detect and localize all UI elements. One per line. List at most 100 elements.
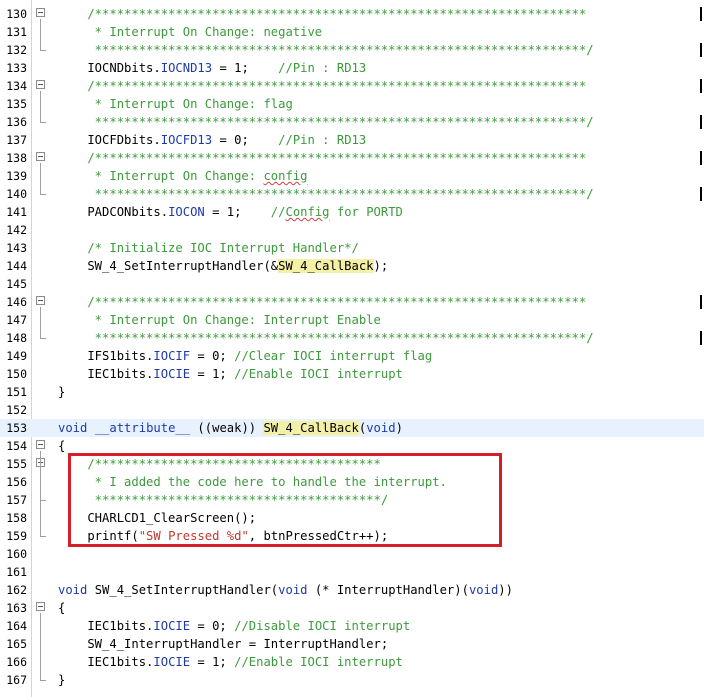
code-token: /***************************************… <box>58 79 587 93</box>
code-token: IOCON <box>168 205 205 219</box>
line-number: 160 <box>6 547 27 561</box>
fold-collapse-icon[interactable] <box>36 440 45 449</box>
code-line[interactable]: 162 void SW_4_SetInterruptHandler(void (*… <box>0 581 704 599</box>
code-line[interactable]: 132 ************************************… <box>0 41 704 59</box>
code-text: /***************************************… <box>58 149 586 167</box>
fold-collapse-icon[interactable] <box>36 296 45 305</box>
line-overflow-marker <box>700 331 702 345</box>
line-number: 155 <box>6 457 27 471</box>
code-text: IFS1bits.IOCIF = 0; //Clear IOCI interru… <box>58 347 432 365</box>
code-text: IEC1bits.IOCIE = 1; //Enable IOCI interr… <box>58 653 403 671</box>
code-line[interactable]: 165 SW_4_InterruptHandler = InterruptHan… <box>0 635 704 653</box>
code-line[interactable]: 133 IOCNDbits.IOCND13 = 1; //Pin : RD13 <box>0 59 704 77</box>
code-token: IOCFD13 <box>160 133 213 147</box>
code-token: config <box>263 169 308 183</box>
line-overflow-marker <box>700 43 702 57</box>
code-line[interactable]: 134 /***********************************… <box>0 77 704 95</box>
line-number: 162 <box>6 583 27 597</box>
code-line[interactable]: 149 IFS1bits.IOCIF = 0; //Clear IOCI int… <box>0 347 704 365</box>
code-token: ); <box>373 259 389 273</box>
fold-collapse-icon[interactable] <box>36 80 45 89</box>
fold-guide-end <box>40 50 46 51</box>
fold-collapse-icon[interactable] <box>36 8 45 17</box>
line-number: 152 <box>6 403 27 417</box>
line-number: 150 <box>6 367 27 381</box>
code-token: IEC1bits. <box>58 367 154 381</box>
code-line[interactable]: 144 SW_4_SetInterruptHandler(&SW_4_CallB… <box>0 257 704 275</box>
code-line[interactable]: 136 ************************************… <box>0 113 704 131</box>
code-line[interactable]: 135 * Interrupt On Change: flag <box>0 95 704 113</box>
line-number: 151 <box>6 385 27 399</box>
line-overflow-marker <box>700 7 702 21</box>
code-token: PADCONbits. <box>58 205 169 219</box>
code-text: ****************************************… <box>58 41 594 59</box>
code-token: * Interrupt On Change: flag <box>58 97 293 111</box>
code-line[interactable]: 152 <box>0 401 704 419</box>
code-token: (* InterruptHandler)( <box>307 583 469 597</box>
fold-collapse-icon[interactable] <box>36 152 45 161</box>
code-token: void <box>58 421 88 435</box>
line-number: 144 <box>6 259 27 273</box>
code-line[interactable]: 161 <box>0 563 704 581</box>
code-line[interactable]: 160 <box>0 545 704 563</box>
code-line[interactable]: 166 IEC1bits.IOCIE = 1; //Enable IOCI in… <box>0 653 704 671</box>
code-line[interactable]: 148 ************************************… <box>0 329 704 347</box>
code-line[interactable]: 142 <box>0 221 704 239</box>
annotation-highlight-box <box>68 453 502 547</box>
code-line[interactable]: 137 IOCFDbits.IOCFD13 = 0; //Pin : RD13 <box>0 131 704 149</box>
line-number: 163 <box>6 601 27 615</box>
code-line[interactable]: 139 * Interrupt On Change: config <box>0 167 704 185</box>
fold-guide <box>40 163 41 194</box>
code-line[interactable]: 140 ************************************… <box>0 185 704 203</box>
code-line[interactable]: 150 IEC1bits.IOCIE = 1; //Enable IOCI in… <box>0 365 704 383</box>
code-editor[interactable]: 130 /***********************************… <box>0 0 704 697</box>
code-token: = 0; <box>212 133 279 147</box>
code-line[interactable]: 130 /***********************************… <box>0 5 704 23</box>
code-line[interactable]: 143 /* Initialize IOC Interrupt Handler*… <box>0 239 704 257</box>
code-line[interactable]: 163 { <box>0 599 704 617</box>
fold-collapse-icon[interactable] <box>36 602 45 611</box>
code-line[interactable]: 153 void __attribute__ ((weak)) SW_4_Call… <box>0 419 704 437</box>
code-text: IOCFDbits.IOCFD13 = 0; //Pin : RD13 <box>58 131 366 149</box>
code-token: ((weak)) <box>190 421 264 435</box>
code-line[interactable]: 138 /***********************************… <box>0 149 704 167</box>
code-token: * Interrupt On Change: <box>58 169 264 183</box>
code-line[interactable]: 151} <box>0 383 704 401</box>
code-token: = 0; <box>190 349 235 363</box>
code-line[interactable]: 146 /***********************************… <box>0 293 704 311</box>
code-line[interactable]: 145 <box>0 275 704 293</box>
code-token: = 0; <box>190 619 235 633</box>
line-number: 143 <box>6 241 27 255</box>
line-overflow-marker <box>700 151 702 165</box>
line-number: 138 <box>6 151 27 165</box>
code-token: ) <box>395 421 403 435</box>
code-token: IEC1bits. <box>58 619 154 633</box>
line-number: 131 <box>6 25 27 39</box>
line-number: 132 <box>6 43 27 57</box>
code-line[interactable]: 164 IEC1bits.IOCIE = 0; //Disable IOCI i… <box>0 617 704 635</box>
fold-guide-end <box>40 500 46 501</box>
code-token: = 1; <box>212 61 279 75</box>
code-line[interactable]: 131 * Interrupt On Change: negative <box>0 23 704 41</box>
code-token: ****************************************… <box>58 115 594 129</box>
code-token: __attribute__ <box>94 421 191 435</box>
code-token: SW_4_CallBack <box>278 259 374 273</box>
code-line[interactable]: 167} <box>0 671 704 689</box>
line-overflow-marker <box>700 187 702 201</box>
code-token: /***************************************… <box>58 295 587 309</box>
fold-guide <box>40 613 41 680</box>
line-number: 149 <box>6 349 27 363</box>
line-number: 159 <box>6 529 27 543</box>
code-line[interactable]: 141 PADCONbits.IOCON = 1; //Config for P… <box>0 203 704 221</box>
line-number: 135 <box>6 97 27 111</box>
code-text: SW_4_SetInterruptHandler(&SW_4_CallBack)… <box>58 257 388 275</box>
code-token: Config <box>285 205 330 219</box>
line-number: 139 <box>6 169 27 183</box>
code-token: ****************************************… <box>58 187 594 201</box>
code-token: * Interrupt On Change: Interrupt Enable <box>58 313 381 327</box>
code-line[interactable]: 147 * Interrupt On Change: Interrupt Ena… <box>0 311 704 329</box>
fold-guide-end <box>40 680 46 681</box>
code-text: IEC1bits.IOCIE = 1; //Enable IOCI interr… <box>58 365 403 383</box>
code-text: * Interrupt On Change: Interrupt Enable <box>58 311 381 329</box>
line-number: 146 <box>6 295 27 309</box>
